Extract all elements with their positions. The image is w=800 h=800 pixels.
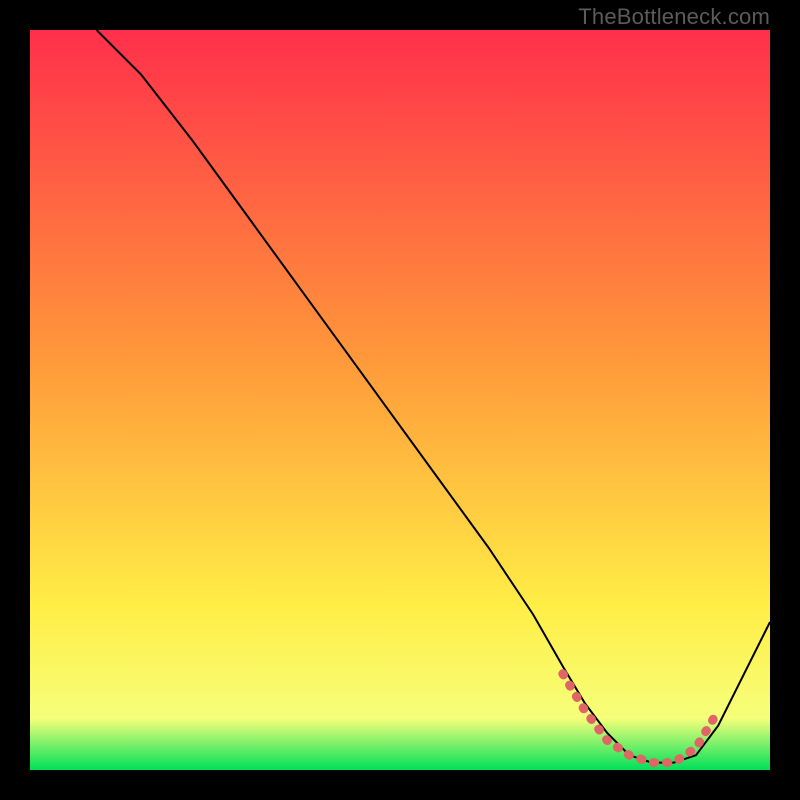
chart-canvas — [30, 30, 770, 770]
plot-background — [30, 30, 770, 770]
watermark-text: TheBottleneck.com — [578, 4, 770, 30]
chart-frame — [30, 30, 770, 770]
